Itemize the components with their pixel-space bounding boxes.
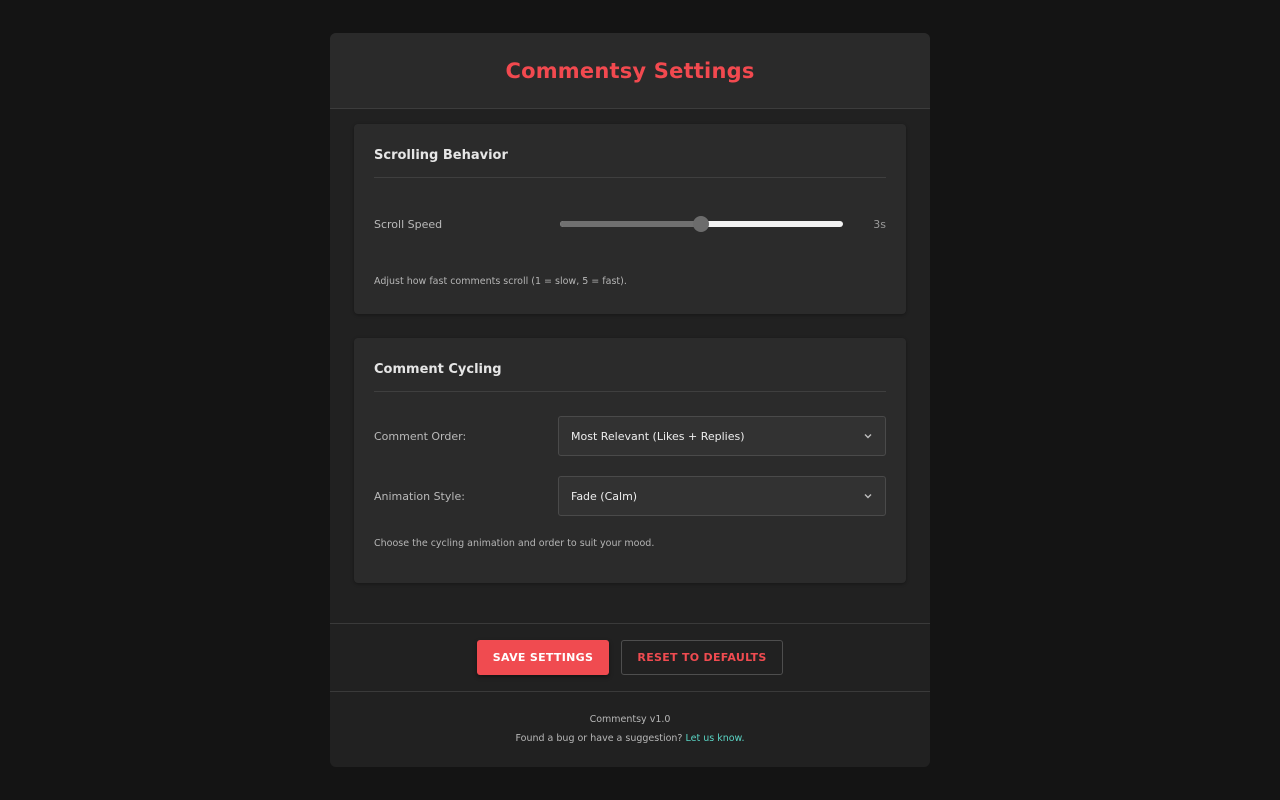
slider-thumb[interactable] [693, 216, 710, 232]
comment-order-value: Most Relevant (Likes + Replies) [571, 429, 745, 443]
scrolling-behavior-title: Scrolling Behavior [374, 124, 886, 178]
comment-order-select[interactable]: Most Relevant (Likes + Replies) [558, 416, 886, 456]
scroll-speed-slider[interactable] [559, 216, 844, 232]
action-bar: SAVE SETTINGS RESET TO DEFAULTS [330, 623, 930, 692]
feedback-line: Found a bug or have a suggestion? Let us… [330, 733, 930, 744]
scroll-speed-value: 3s [873, 217, 886, 231]
page-title: Commentsy Settings [505, 58, 755, 83]
reset-defaults-button[interactable]: RESET TO DEFAULTS [621, 640, 783, 675]
scroll-speed-help: Adjust how fast comments scroll (1 = slo… [374, 276, 627, 287]
scroll-speed-label: Scroll Speed [374, 217, 443, 231]
animation-style-value: Fade (Calm) [571, 489, 638, 503]
panel-header: Commentsy Settings [330, 33, 930, 109]
scroll-speed-row: Scroll Speed 3s [374, 214, 886, 234]
settings-panel: Commentsy Settings Scrolling Behavior Sc… [330, 33, 930, 767]
comment-order-row: Comment Order: Most Relevant (Likes + Re… [374, 416, 886, 456]
feedback-text: Found a bug or have a suggestion? [515, 733, 683, 744]
version-text: Commentsy v1.0 [589, 714, 671, 725]
chevron-down-icon [863, 491, 873, 501]
save-settings-button[interactable]: SAVE SETTINGS [477, 640, 609, 675]
settings-content: Scrolling Behavior Scroll Speed 3s Adjus… [330, 109, 930, 583]
comment-cycling-title: Comment Cycling [374, 338, 886, 392]
feedback-link[interactable]: Let us know. [686, 733, 745, 744]
animation-style-row: Animation Style: Fade (Calm) [374, 476, 886, 516]
animation-style-label: Animation Style: [374, 489, 465, 503]
animation-style-select[interactable]: Fade (Calm) [558, 476, 886, 516]
comment-cycling-card: Comment Cycling Comment Order: Most Rele… [354, 338, 906, 583]
slider-fill [559, 221, 702, 227]
comment-order-label: Comment Order: [374, 429, 467, 443]
comment-cycling-help: Choose the cycling animation and order t… [374, 538, 655, 549]
footer: Commentsy v1.0 Found a bug or have a sug… [330, 693, 930, 767]
chevron-down-icon [863, 431, 873, 441]
scrolling-behavior-card: Scrolling Behavior Scroll Speed 3s Adjus… [354, 124, 906, 314]
